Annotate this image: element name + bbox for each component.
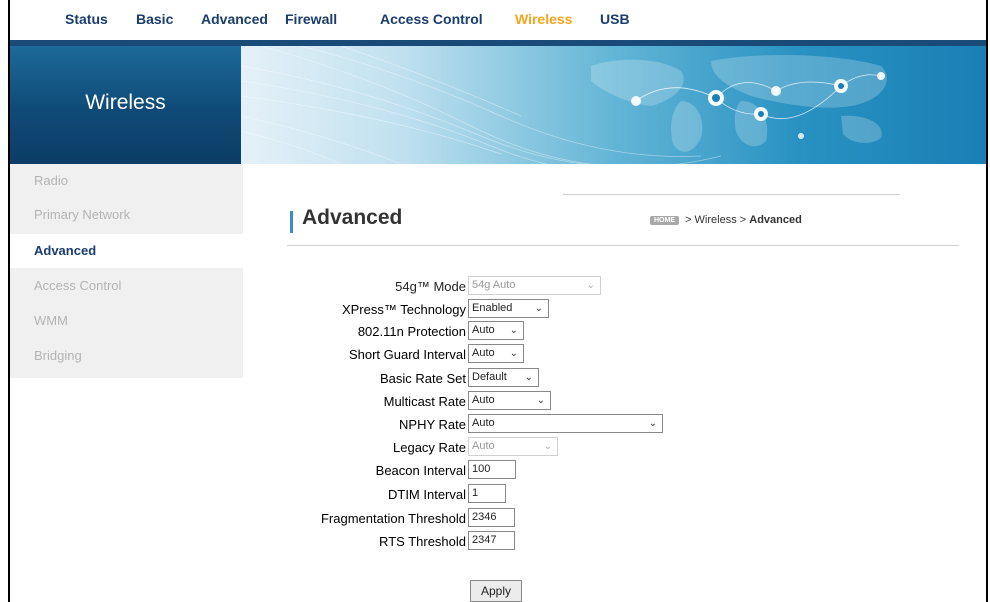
- label-basic-rate: Basic Rate Set: [380, 371, 466, 386]
- select-xpress-value: Enabled: [472, 302, 513, 314]
- form-row-rts-threshold: RTS Threshold: [0, 531, 466, 551]
- nav-usb[interactable]: USB: [600, 11, 630, 27]
- select-protection[interactable]: Auto ⌄: [468, 321, 524, 340]
- beacon-interval-input[interactable]: 100: [468, 460, 516, 479]
- window-border-right: [986, 0, 988, 602]
- label-frag-threshold: Fragmentation Threshold: [320, 511, 466, 526]
- label-nphy-rate: NPHY Rate: [399, 417, 466, 432]
- label-legacy-rate: Legacy Rate: [393, 440, 466, 455]
- header-divider: [563, 194, 900, 195]
- select-protection-value: Auto: [472, 324, 495, 336]
- select-xpress[interactable]: Enabled ⌄: [468, 299, 549, 318]
- sidebar-item-radio[interactable]: Radio: [10, 164, 243, 198]
- select-nphy-rate[interactable]: Auto ⌄: [468, 414, 663, 433]
- nav-wireless[interactable]: Wireless: [515, 11, 572, 27]
- breadcrumb: HOME > Wireless > Advanced: [650, 214, 802, 226]
- label-xpress: XPress™ Technology: [341, 302, 466, 317]
- chevron-down-icon: ⌄: [543, 441, 552, 452]
- title-divider: [287, 245, 959, 246]
- label-rts-threshold: RTS Threshold: [379, 534, 466, 549]
- label-protection: 802.11n Protection: [357, 324, 466, 339]
- select-legacy-rate[interactable]: Auto ⌄: [468, 437, 558, 456]
- top-navigation: Status Basic Advanced Firewall Access Co…: [10, 0, 986, 40]
- label-guard-interval: Short Guard Interval: [348, 347, 466, 362]
- select-basic-rate[interactable]: Default ⌄: [468, 368, 539, 387]
- form-row-nphy-rate: NPHY Rate: [0, 414, 466, 434]
- form-row-54g-mode: 54g™ Mode: [0, 276, 466, 296]
- select-nphy-rate-value: Auto: [472, 417, 495, 429]
- form-row-basic-rate: Basic Rate Set: [0, 368, 466, 388]
- label-54g-mode: 54g™ Mode: [395, 279, 466, 294]
- form-row-xpress: XPress™ Technology: [0, 299, 466, 319]
- breadcrumb-path: > Wireless >: [685, 214, 747, 226]
- frag-threshold-input[interactable]: 2346: [468, 508, 515, 527]
- banner-world-map-image: [241, 46, 986, 164]
- section-title: Wireless: [85, 91, 166, 114]
- select-legacy-rate-value: Auto: [472, 440, 495, 452]
- section-banner: Wireless: [10, 46, 241, 164]
- nav-advanced[interactable]: Advanced: [201, 11, 268, 27]
- select-basic-rate-value: Default: [472, 371, 507, 383]
- select-54g-mode-value: 54g Auto: [472, 279, 516, 291]
- home-icon[interactable]: HOME: [650, 215, 679, 225]
- label-dtim-interval: DTIM Interval: [387, 487, 466, 502]
- title-accent-bar: [290, 211, 293, 233]
- chevron-down-icon: ⌄: [524, 372, 533, 383]
- label-multicast-rate: Multicast Rate: [383, 394, 466, 409]
- form-row-dtim-interval: DTIM Interval: [0, 484, 466, 504]
- sidebar-item-primary-network[interactable]: Primary Network: [10, 198, 243, 232]
- form-row-multicast-rate: Multicast Rate: [0, 391, 466, 411]
- select-multicast-rate-value: Auto: [472, 394, 495, 406]
- form-row-legacy-rate: Legacy Rate: [0, 437, 466, 457]
- page-title: Advanced: [302, 206, 403, 229]
- select-guard-interval-value: Auto: [472, 347, 495, 359]
- chevron-down-icon: ⌄: [509, 348, 518, 359]
- rts-threshold-input[interactable]: 2347: [468, 531, 515, 550]
- sidebar-item-advanced[interactable]: Advanced: [10, 234, 243, 268]
- select-multicast-rate[interactable]: Auto ⌄: [468, 391, 551, 410]
- dtim-interval-input[interactable]: 1: [468, 484, 506, 503]
- chevron-down-icon: ⌄: [648, 418, 657, 429]
- chevron-down-icon: ⌄: [536, 395, 545, 406]
- form-row-frag-threshold: Fragmentation Threshold: [0, 508, 466, 528]
- nav-status[interactable]: Status: [65, 11, 108, 27]
- nav-firewall[interactable]: Firewall: [285, 11, 337, 27]
- nav-basic[interactable]: Basic: [136, 11, 173, 27]
- world-map-graphic: [241, 46, 887, 164]
- chevron-down-icon: ⌄: [586, 280, 595, 291]
- breadcrumb-current: Advanced: [749, 214, 802, 226]
- form-row-guard-interval: Short Guard Interval: [0, 344, 466, 364]
- nav-access-control[interactable]: Access Control: [380, 11, 483, 27]
- apply-button[interactable]: Apply: [470, 580, 522, 602]
- chevron-down-icon: ⌄: [534, 303, 543, 314]
- select-54g-mode[interactable]: 54g Auto ⌄: [468, 276, 601, 295]
- chevron-down-icon: ⌄: [509, 325, 518, 336]
- select-guard-interval[interactable]: Auto ⌄: [468, 344, 524, 363]
- label-beacon-interval: Beacon Interval: [375, 463, 466, 478]
- form-row-protection: 802.11n Protection: [0, 321, 466, 341]
- form-row-beacon-interval: Beacon Interval: [0, 460, 466, 480]
